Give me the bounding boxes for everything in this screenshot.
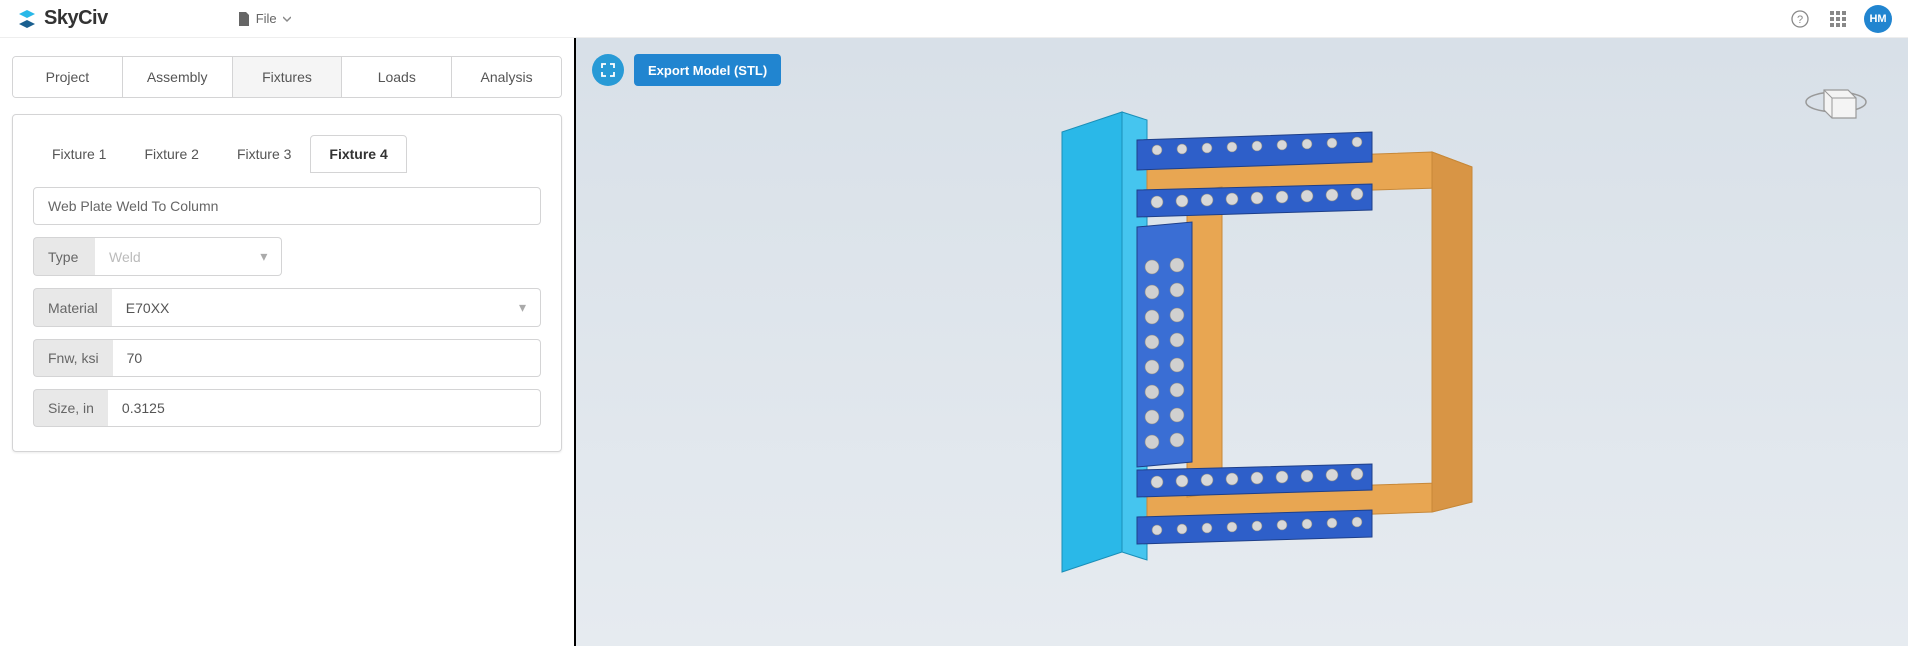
brand-icon — [16, 8, 38, 30]
fixture-title: Web Plate Weld To Column — [33, 187, 541, 225]
fixture-tab-1[interactable]: Fixture 1 — [33, 135, 125, 173]
app-header: SkyCiv File ? HM — [0, 0, 1908, 38]
type-value: Weld — [109, 249, 141, 265]
fixture-panel: Fixture 1 Fixture 2 Fixture 3 Fixture 4 … — [12, 114, 562, 452]
fnw-label: Fnw, ksi — [33, 339, 113, 377]
viewport[interactable]: Export Model (STL) — [576, 38, 1908, 646]
size-label: Size, in — [33, 389, 108, 427]
file-icon — [238, 12, 250, 26]
type-label: Type — [33, 237, 95, 276]
model-render[interactable] — [576, 38, 1908, 646]
file-menu-label: File — [256, 11, 277, 26]
chevron-down-icon — [283, 15, 291, 23]
export-model-button[interactable]: Export Model (STL) — [634, 54, 781, 86]
apps-grid-icon — [1830, 11, 1846, 27]
expand-icon — [601, 63, 615, 77]
tab-analysis[interactable]: Analysis — [452, 57, 561, 97]
expand-button[interactable] — [592, 54, 624, 86]
material-row: Material E70XX ▾ — [33, 288, 541, 327]
help-icon: ? — [1791, 10, 1809, 28]
main-tabs: Project Assembly Fixtures Loads Analysis — [12, 56, 562, 98]
type-row: Type Weld ▾ — [33, 237, 541, 276]
tab-project[interactable]: Project — [13, 57, 123, 97]
apps-button[interactable] — [1822, 3, 1854, 35]
file-menu[interactable]: File — [238, 11, 291, 26]
tab-fixtures[interactable]: Fixtures — [233, 57, 343, 97]
fixture-tab-2[interactable]: Fixture 2 — [125, 135, 217, 173]
fixture-tab-3[interactable]: Fixture 3 — [218, 135, 310, 173]
tab-loads[interactable]: Loads — [342, 57, 452, 97]
fnw-input[interactable] — [113, 339, 541, 377]
size-input[interactable] — [108, 389, 541, 427]
connection-model-icon — [992, 92, 1492, 592]
chevron-down-icon: ▾ — [260, 248, 267, 265]
brand-name: SkyCiv — [44, 7, 108, 30]
tab-assembly[interactable]: Assembly — [123, 57, 233, 97]
size-row: Size, in — [33, 389, 541, 427]
material-select[interactable]: E70XX ▾ — [112, 288, 541, 327]
view-cube-icon — [1804, 78, 1868, 126]
fixture-tab-4[interactable]: Fixture 4 — [310, 135, 406, 173]
user-avatar[interactable]: HM — [1864, 5, 1892, 33]
chevron-down-icon: ▾ — [519, 299, 526, 316]
svg-text:?: ? — [1797, 14, 1803, 26]
material-label: Material — [33, 288, 112, 327]
left-panel: Project Assembly Fixtures Loads Analysis… — [0, 38, 576, 646]
type-select[interactable]: Weld ▾ — [95, 237, 282, 276]
help-button[interactable]: ? — [1784, 3, 1816, 35]
fixture-sub-tabs: Fixture 1 Fixture 2 Fixture 3 Fixture 4 — [33, 135, 541, 173]
brand-logo[interactable]: SkyCiv — [16, 7, 108, 30]
material-value: E70XX — [126, 300, 170, 316]
fnw-row: Fnw, ksi — [33, 339, 541, 377]
view-cube[interactable] — [1804, 78, 1868, 126]
